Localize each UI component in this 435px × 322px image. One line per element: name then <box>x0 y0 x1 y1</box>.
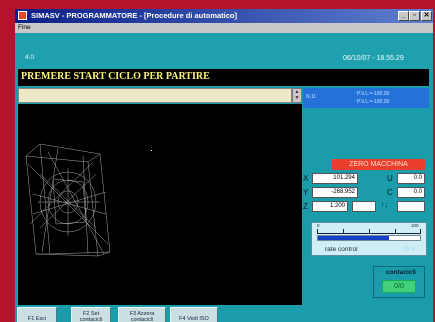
function-key-bar: F1 Esci F2 Set contacicli F3 Azzera cont… <box>15 306 433 322</box>
cycle-counter-value: 0/0 <box>382 280 416 293</box>
rate-control-panel[interactable]: 0 100 rate control 70 % <box>311 222 427 256</box>
status-badge: ZERO MACCHINA <box>332 159 425 170</box>
rate-slider[interactable] <box>317 235 421 241</box>
toolpath-wireframe <box>25 143 152 257</box>
version-label: 4.0 <box>25 54 35 61</box>
message-bar: PREMERE START CICLO PER PARTIRE <box>18 69 429 86</box>
f3-reset-counter-button[interactable]: F3 Azzera contacicli <box>118 307 166 322</box>
axis-x-label: X <box>303 174 309 183</box>
axis-y-label: Y <box>303 188 309 197</box>
program-panel: N.11 P.V.L.=-180.00 P.V.L.=-180.00 <box>303 88 429 108</box>
message-text: PREMERE START CICLO PER PARTIRE <box>21 71 210 82</box>
info-bar: 4.0 06/10/07 - 18.55.29 <box>15 33 433 69</box>
f4-view-iso-button[interactable]: F4 Vedi ISO <box>170 307 218 322</box>
rate-fill <box>318 236 390 240</box>
window-title: SIMASV - PROGRAMMATORE - [Procedure di a… <box>31 11 237 20</box>
program-code: P.V.L.=-180.00 <box>357 99 390 105</box>
program-line: N.11 <box>306 94 317 100</box>
program-code: P.V.L.=-180.00 <box>357 91 390 97</box>
cycle-counter-panel: contacicli 0/0 <box>373 266 425 298</box>
f1-exit-button[interactable]: F1 Esci <box>17 307 57 322</box>
axis-y-value: -268.952 <box>312 187 358 198</box>
close-button[interactable]: ✕ <box>421 11 432 21</box>
axis-z-label: Z <box>303 202 308 211</box>
jog-arrows-icon: ↑↓ <box>381 202 388 209</box>
rate-control-label: rate control <box>325 246 358 253</box>
axis-x-value: 101.294 <box>312 173 358 184</box>
f2-set-counter-button[interactable]: F2 Set contacicli <box>71 307 111 322</box>
axis-u-value: 0.0 <box>397 173 425 184</box>
graphic-viewer[interactable] <box>18 104 302 305</box>
rate-scale <box>317 227 421 234</box>
title-bar: SIMASV - PROGRAMMATORE - [Procedure di a… <box>15 9 433 23</box>
axis-z-extra-field <box>352 201 376 212</box>
app-window: SIMASV - PROGRAMMATORE - [Procedure di a… <box>15 9 433 322</box>
axis-z-value: 1.200 <box>312 201 348 212</box>
app-icon <box>18 11 27 20</box>
axis-u-label: U <box>387 174 393 183</box>
menu-bar: Fine <box>15 23 433 33</box>
axis-c-value: 0.0 <box>397 187 425 198</box>
jog-value <box>397 201 425 212</box>
rate-scale-max: 100 <box>411 223 419 228</box>
command-input[interactable] <box>18 88 292 103</box>
scroll-arrows-icon[interactable]: ▲ ▼ <box>292 88 302 103</box>
rate-scale-min: 0 <box>317 223 320 228</box>
axis-c-label: C <box>387 188 393 197</box>
menu-item-fine[interactable]: Fine <box>18 24 31 31</box>
datetime-label: 06/10/07 - 18.55.29 <box>343 55 404 62</box>
restore-button[interactable]: ▫ <box>409 11 420 21</box>
minimize-button[interactable]: _ <box>398 11 409 21</box>
rate-percent: 70 % <box>402 246 417 253</box>
cycle-counter-title: contacicli <box>386 269 416 276</box>
